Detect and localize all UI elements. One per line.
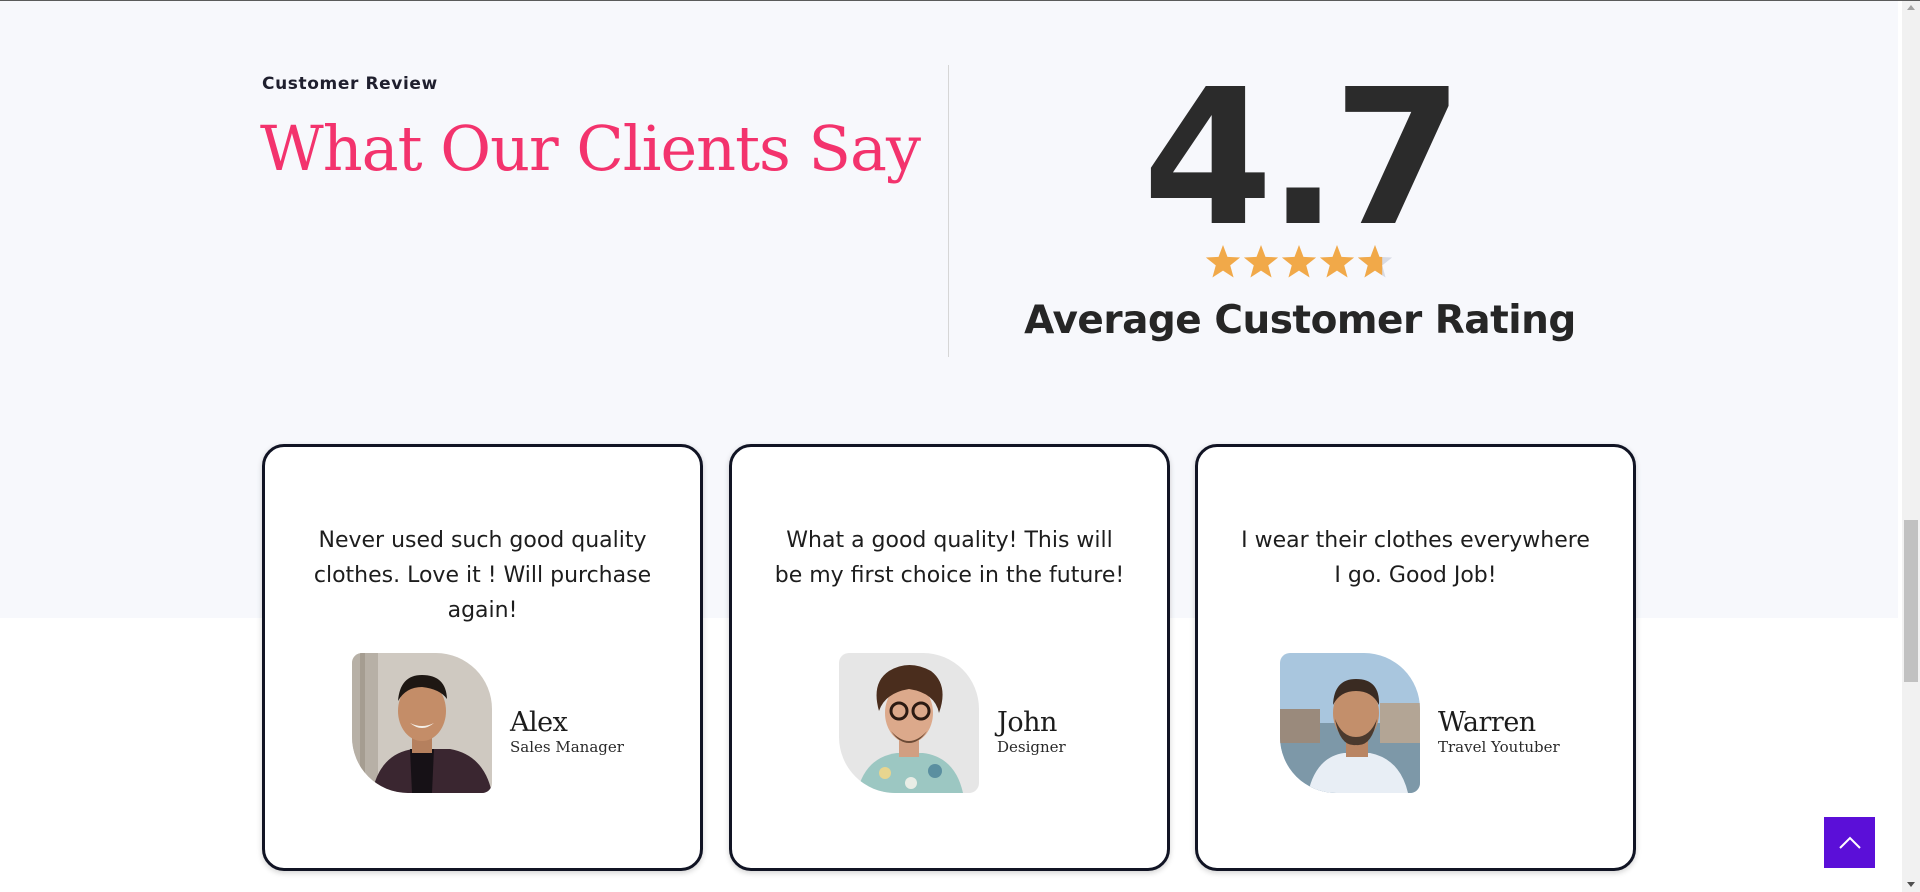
- rating-stars: [1203, 242, 1395, 282]
- testimonial-quote: Never used such good quality clothes. Lo…: [313, 528, 652, 623]
- section-eyebrow: Customer Review: [262, 74, 438, 94]
- testimonial-author-role: Designer: [997, 738, 1066, 757]
- testimonial-author-role: Sales Manager: [510, 738, 624, 757]
- rating-stars-svg: [1205, 245, 1393, 278]
- scrollbar-thumb[interactable]: [1904, 520, 1918, 682]
- testimonial-quote: What a good quality! This will be my fir…: [774, 528, 1125, 588]
- testimonial-author-role: Travel Youtuber: [1438, 738, 1560, 757]
- testimonial-quote: I wear their clothes everywhere I go. Go…: [1241, 528, 1590, 588]
- testimonial-card: What a good quality! This will be my fir…: [729, 444, 1170, 871]
- avatar: [1280, 653, 1420, 793]
- avatar-warren-image: [1280, 653, 1420, 793]
- scroll-up-arrow-icon[interactable]: [1907, 5, 1915, 10]
- average-rating-label: Average Customer Rating: [1024, 298, 1576, 343]
- testimonial-author-name: Alex: [510, 706, 568, 738]
- testimonial-card: Never used such good quality clothes. Lo…: [262, 444, 703, 871]
- star-icon: [1319, 245, 1355, 278]
- star-icon: [1281, 245, 1317, 278]
- avatar: [839, 653, 979, 793]
- testimonial-author: Warren Travel Youtuber: [1280, 653, 1560, 793]
- testimonial-author: John Designer: [839, 653, 1066, 793]
- vertical-divider: [948, 65, 949, 357]
- testimonial-author-name: John: [997, 706, 1057, 738]
- testimonial-author: Alex Sales Manager: [352, 653, 624, 793]
- chevron-up-icon: [1838, 836, 1861, 849]
- star-icon: [1205, 245, 1241, 278]
- page: Customer Review What Our Clients Say 4.7…: [0, 0, 1920, 892]
- scrollbar-track[interactable]: [1902, 1, 1920, 892]
- star-icon: [1243, 245, 1279, 278]
- avatar-alex-image: [352, 653, 492, 793]
- scroll-down-arrow-icon[interactable]: [1907, 882, 1915, 887]
- avatar-john-image: [839, 653, 979, 793]
- testimonial-author-name: Warren: [1438, 706, 1536, 738]
- section-heading: What Our Clients Say: [260, 112, 921, 185]
- avatar: [352, 653, 492, 793]
- average-rating-value: 4.7: [1142, 49, 1463, 268]
- testimonial-card: I wear their clothes everywhere I go. Go…: [1195, 444, 1636, 871]
- back-to-top-button[interactable]: [1824, 817, 1875, 868]
